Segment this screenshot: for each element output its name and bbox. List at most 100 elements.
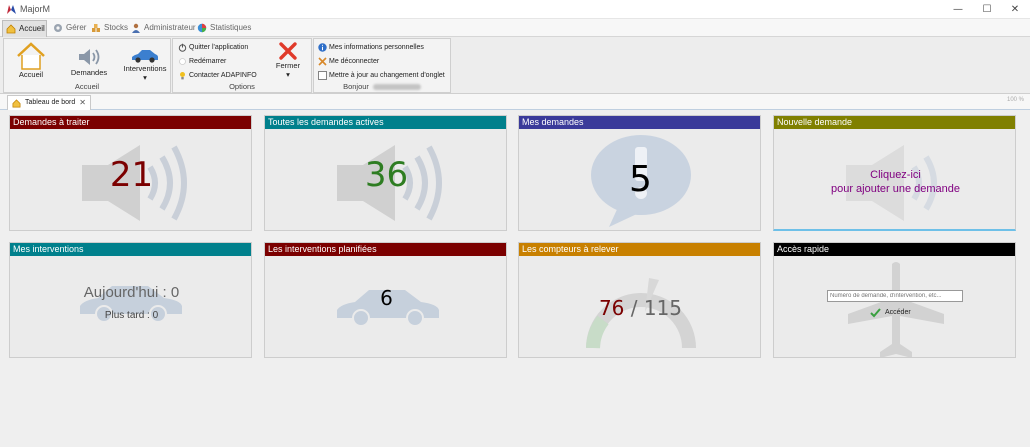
dashboard: Demandes à traiter 21 Toutes les demande… bbox=[0, 110, 1030, 447]
demandes-button[interactable]: Demandes bbox=[66, 46, 112, 77]
acces-rapide-input[interactable] bbox=[827, 290, 963, 302]
deconnecter-label: Me déconnecter bbox=[329, 58, 380, 65]
close-button[interactable]: ✕ bbox=[1000, 0, 1030, 19]
interventions-planifiees-count: 6 bbox=[380, 286, 393, 310]
menu-tab-gerer[interactable]: Gérer bbox=[50, 20, 86, 37]
home-icon bbox=[12, 99, 21, 108]
fermer-button[interactable]: Fermer ▾ bbox=[269, 41, 307, 79]
menu-tab-label: Stocks bbox=[104, 23, 129, 32]
contacter-button[interactable]: Contacter ADAPINFO bbox=[178, 70, 257, 81]
restart-icon bbox=[179, 58, 186, 65]
chevron-down-icon: ▾ bbox=[143, 73, 147, 82]
nouvelle-demande-line1: Cliquez-ici bbox=[870, 169, 921, 181]
ribbon-group-options: Quitter l'application Redémarrer Contact… bbox=[172, 38, 312, 93]
menu-bar: Accueil Gérer Stocks Administrateur Stat… bbox=[0, 19, 1030, 37]
demandes-a-traiter-count: 21 bbox=[109, 155, 154, 195]
menu-tab-statistiques[interactable]: Statistiques bbox=[194, 20, 252, 37]
maj-onglet-checkbox[interactable]: Mettre à jour au changement d'onglet bbox=[318, 70, 445, 81]
tab-tableau-de-bord[interactable]: Tableau de bord ✕ bbox=[7, 95, 91, 110]
stocks-icon bbox=[92, 24, 100, 32]
acceder-button[interactable]: Accéder bbox=[870, 307, 911, 318]
chevron-down-icon: ▾ bbox=[286, 70, 290, 79]
checkmark-icon bbox=[870, 308, 881, 318]
menu-tab-label: Gérer bbox=[66, 23, 87, 32]
speaker-icon bbox=[79, 49, 100, 65]
menu-tab-label: Statistiques bbox=[210, 23, 252, 32]
quitter-button[interactable]: Quitter l'application bbox=[178, 42, 248, 53]
menu-tab-stocks[interactable]: Stocks bbox=[88, 20, 128, 37]
menu-tab-label: Administrateur bbox=[144, 23, 196, 32]
tile-compteurs[interactable]: Les compteurs à relever 76 / 115 bbox=[518, 242, 761, 358]
compteurs-current: 76 bbox=[598, 296, 625, 320]
redemarrer-label: Redémarrer bbox=[189, 58, 227, 65]
tile-title: Nouvelle demande bbox=[774, 116, 1015, 129]
accueil-button[interactable]: Accueil bbox=[8, 42, 54, 79]
demandes-button-label: Demandes bbox=[70, 68, 108, 77]
minimize-button[interactable]: — bbox=[943, 0, 973, 19]
tile-demandes-a-traiter[interactable]: Demandes à traiter 21 bbox=[9, 115, 252, 231]
tile-toutes-demandes[interactable]: Toutes les demandes actives 36 bbox=[264, 115, 507, 231]
document-tab-bar: Tableau de bord ✕ 100 % bbox=[0, 94, 1030, 110]
info-icon bbox=[318, 43, 327, 52]
tab-label: Tableau de bord bbox=[25, 99, 76, 106]
interventions-button-label: Interventions bbox=[123, 64, 167, 73]
zoom-level: 100 % bbox=[1006, 97, 1024, 103]
tile-title: Les compteurs à relever bbox=[519, 243, 760, 256]
tile-title: Demandes à traiter bbox=[10, 116, 251, 129]
interventions-later: Plus tard : 0 bbox=[104, 310, 159, 321]
tile-mes-interventions[interactable]: Mes interventions Aujourd'hui : 0 Plus t… bbox=[9, 242, 252, 358]
toutes-demandes-count: 36 bbox=[364, 155, 409, 195]
bonjour-label: Bonjour bbox=[343, 82, 369, 91]
window-title: MajorM bbox=[20, 4, 51, 14]
mes-demandes-count: 5 bbox=[629, 159, 652, 200]
username-blurred bbox=[372, 84, 421, 91]
tile-title: Les interventions planifiées bbox=[265, 243, 506, 256]
pie-chart-icon bbox=[197, 23, 207, 33]
group-label-bonjour: Bonjour bbox=[314, 82, 450, 91]
checkbox-icon bbox=[318, 71, 327, 80]
admin-user-icon bbox=[132, 23, 140, 33]
ribbon-group-accueil: Accueil Demandes Interventions ▾ Accueil bbox=[3, 38, 171, 93]
tile-title: Accès rapide bbox=[774, 243, 1015, 256]
home-icon bbox=[6, 24, 16, 34]
compteurs-separator: / bbox=[630, 296, 638, 320]
tile-nouvelle-demande[interactable]: Nouvelle demande Cliquez-ici pour ajoute… bbox=[773, 115, 1016, 231]
infos-label: Mes informations personnelles bbox=[329, 44, 424, 51]
maximize-button[interactable]: ☐ bbox=[972, 0, 1002, 19]
group-label-accueil: Accueil bbox=[74, 82, 100, 91]
tile-mes-demandes[interactable]: Mes demandes 5 bbox=[518, 115, 761, 231]
deconnecter-button[interactable]: Me déconnecter bbox=[318, 56, 379, 67]
infos-personnelles-button[interactable]: Mes informations personnelles bbox=[318, 42, 424, 53]
compteurs-readout: 76 / 115 bbox=[519, 296, 760, 320]
accueil-button-label: Accueil bbox=[18, 70, 44, 79]
redemarrer-button[interactable]: Redémarrer bbox=[178, 56, 226, 67]
contacter-label: Contacter ADAPINFO bbox=[189, 72, 257, 79]
interventions-today: Aujourd'hui : 0 bbox=[83, 284, 180, 301]
tile-title: Mes demandes bbox=[519, 116, 760, 129]
menu-tab-accueil[interactable]: Accueil bbox=[2, 20, 47, 37]
ribbon-group-account: Mes informations personnelles Me déconne… bbox=[313, 38, 451, 93]
title-bar: MajorM — ☐ ✕ bbox=[0, 0, 1030, 19]
ribbon: Accueil Demandes Interventions ▾ Accueil… bbox=[0, 37, 1030, 94]
quitter-label: Quitter l'application bbox=[189, 44, 249, 51]
maj-label: Mettre à jour au changement d'onglet bbox=[329, 72, 445, 79]
power-icon bbox=[178, 43, 187, 52]
tile-title: Toutes les demandes actives bbox=[265, 116, 506, 129]
fermer-label: Fermer bbox=[275, 61, 301, 70]
logout-icon bbox=[318, 57, 327, 66]
home-large-icon bbox=[17, 42, 45, 70]
menu-tab-administrateur[interactable]: Administrateur bbox=[128, 20, 196, 37]
acceder-label: Accéder bbox=[885, 309, 911, 316]
tile-interventions-planifiees[interactable]: Les interventions planifiées 6 bbox=[264, 242, 507, 358]
tab-close-icon[interactable]: ✕ bbox=[79, 96, 86, 109]
lightbulb-icon bbox=[180, 72, 185, 80]
close-x-icon bbox=[279, 42, 297, 60]
tile-title: Mes interventions bbox=[10, 243, 251, 256]
menu-tab-label: Accueil bbox=[19, 24, 45, 33]
gear-icon bbox=[54, 24, 62, 32]
group-label-options: Options bbox=[229, 82, 255, 91]
interventions-button[interactable]: Interventions ▾ bbox=[120, 48, 170, 82]
compteurs-total: 115 bbox=[643, 296, 683, 320]
car-icon bbox=[132, 50, 158, 63]
nouvelle-demande-line2: pour ajouter une demande bbox=[830, 183, 961, 195]
